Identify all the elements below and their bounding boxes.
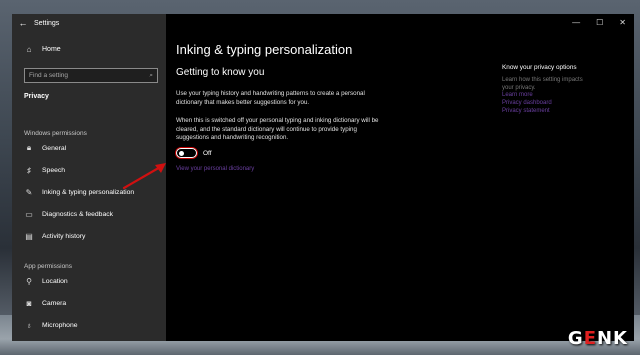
sidebar-item-label: Microphone <box>42 321 78 329</box>
search-input[interactable]: Find a setting ⌕ <box>24 68 158 83</box>
windows-permissions-list: 🔒︎ General ♯ Speech ✎ Inking & typing pe… <box>12 137 166 247</box>
toggle-switch[interactable] <box>176 148 197 158</box>
history-icon: ▤ <box>25 231 33 241</box>
back-arrow-icon[interactable]: ← <box>12 18 34 28</box>
sidebar-item-camera[interactable]: ◙ Camera <box>12 292 166 314</box>
search-placeholder: Find a setting <box>29 72 69 79</box>
privacy-options-description: Learn how this setting impacts your priv… <box>502 76 583 91</box>
diagnostics-icon: ▭ <box>25 209 33 219</box>
camera-icon: ◙ <box>26 298 32 308</box>
sidebar-item-microphone[interactable]: ♁ Microphone <box>12 314 166 336</box>
privacy-options-title: Know your privacy options <box>502 64 577 71</box>
getting-to-know-you-toggle[interactable]: Off <box>176 148 212 158</box>
sidebar-item-label: Diagnostics & feedback <box>42 210 114 218</box>
microphone-icon: ♁ <box>26 320 32 330</box>
sidebar-item-label: Speech <box>42 166 66 174</box>
toggle-explanation: When this is switched off your personal … <box>176 117 379 141</box>
window-controls: — ☐ ✕ <box>572 18 626 27</box>
sidebar-item-label: Activity history <box>42 232 86 240</box>
app-permissions-heading: App permissions <box>24 263 73 270</box>
view-dictionary-link[interactable]: View your personal dictionary <box>176 166 254 172</box>
sidebar-item-label: General <box>42 144 67 152</box>
breadcrumb: Privacy <box>24 93 49 100</box>
minimize-icon[interactable]: — <box>572 18 580 27</box>
privacy-options-panel: Know your privacy options Learn how this… <box>502 64 592 116</box>
red-annotation-arrow <box>122 163 166 190</box>
close-icon[interactable]: ✕ <box>619 18 626 27</box>
home-icon: ⌂ <box>26 44 32 54</box>
section-heading: Getting to know you <box>176 67 265 78</box>
sidebar-item-label: Inking & typing personalization <box>42 188 135 196</box>
sidebar-item-location[interactable]: ⚲ Location <box>12 270 166 292</box>
speech-icon: ♯ <box>27 165 31 175</box>
sidebar-item-activity-history[interactable]: ▤ Activity history <box>12 225 166 247</box>
privacy-dashboard-link[interactable]: Privacy dashboard <box>502 100 592 108</box>
main-content: — ☐ ✕ Inking & typing personalization Ge… <box>166 14 634 341</box>
lock-icon: 🔒︎ <box>26 143 32 152</box>
sidebar-item-label: Camera <box>42 299 67 307</box>
sidebar-item-general[interactable]: 🔒︎ General <box>12 137 166 159</box>
search-icon: ⌕ <box>149 71 153 79</box>
location-icon: ⚲ <box>26 276 32 286</box>
toggle-knob <box>179 150 184 156</box>
description-text: Use your typing history and handwriting … <box>176 90 365 106</box>
home-label: Home <box>42 45 61 53</box>
settings-window: ← Settings ⌂ Home Find a setting ⌕ Priva… <box>12 14 634 341</box>
sidebar-item-label: Location <box>42 277 68 285</box>
windows-permissions-heading: Windows permissions <box>24 130 87 137</box>
titlebar: ← Settings <box>12 14 166 32</box>
privacy-statement-link[interactable]: Privacy statement <box>502 108 592 116</box>
maximize-icon[interactable]: ☐ <box>596 18 603 27</box>
pen-icon: ✎ <box>25 187 33 197</box>
learn-more-link[interactable]: Learn more <box>502 92 592 100</box>
sidebar-item-diagnostics[interactable]: ▭ Diagnostics & feedback <box>12 203 166 225</box>
page-title: Inking & typing personalization <box>176 42 353 57</box>
home-nav[interactable]: ⌂ Home <box>12 36 166 62</box>
toggle-state-label: Off <box>203 149 212 157</box>
app-title: Settings <box>34 19 60 27</box>
genk-logo: GENK <box>567 328 628 349</box>
app-permissions-list: ⚲ Location ◙ Camera ♁ Microphone <box>12 270 166 336</box>
